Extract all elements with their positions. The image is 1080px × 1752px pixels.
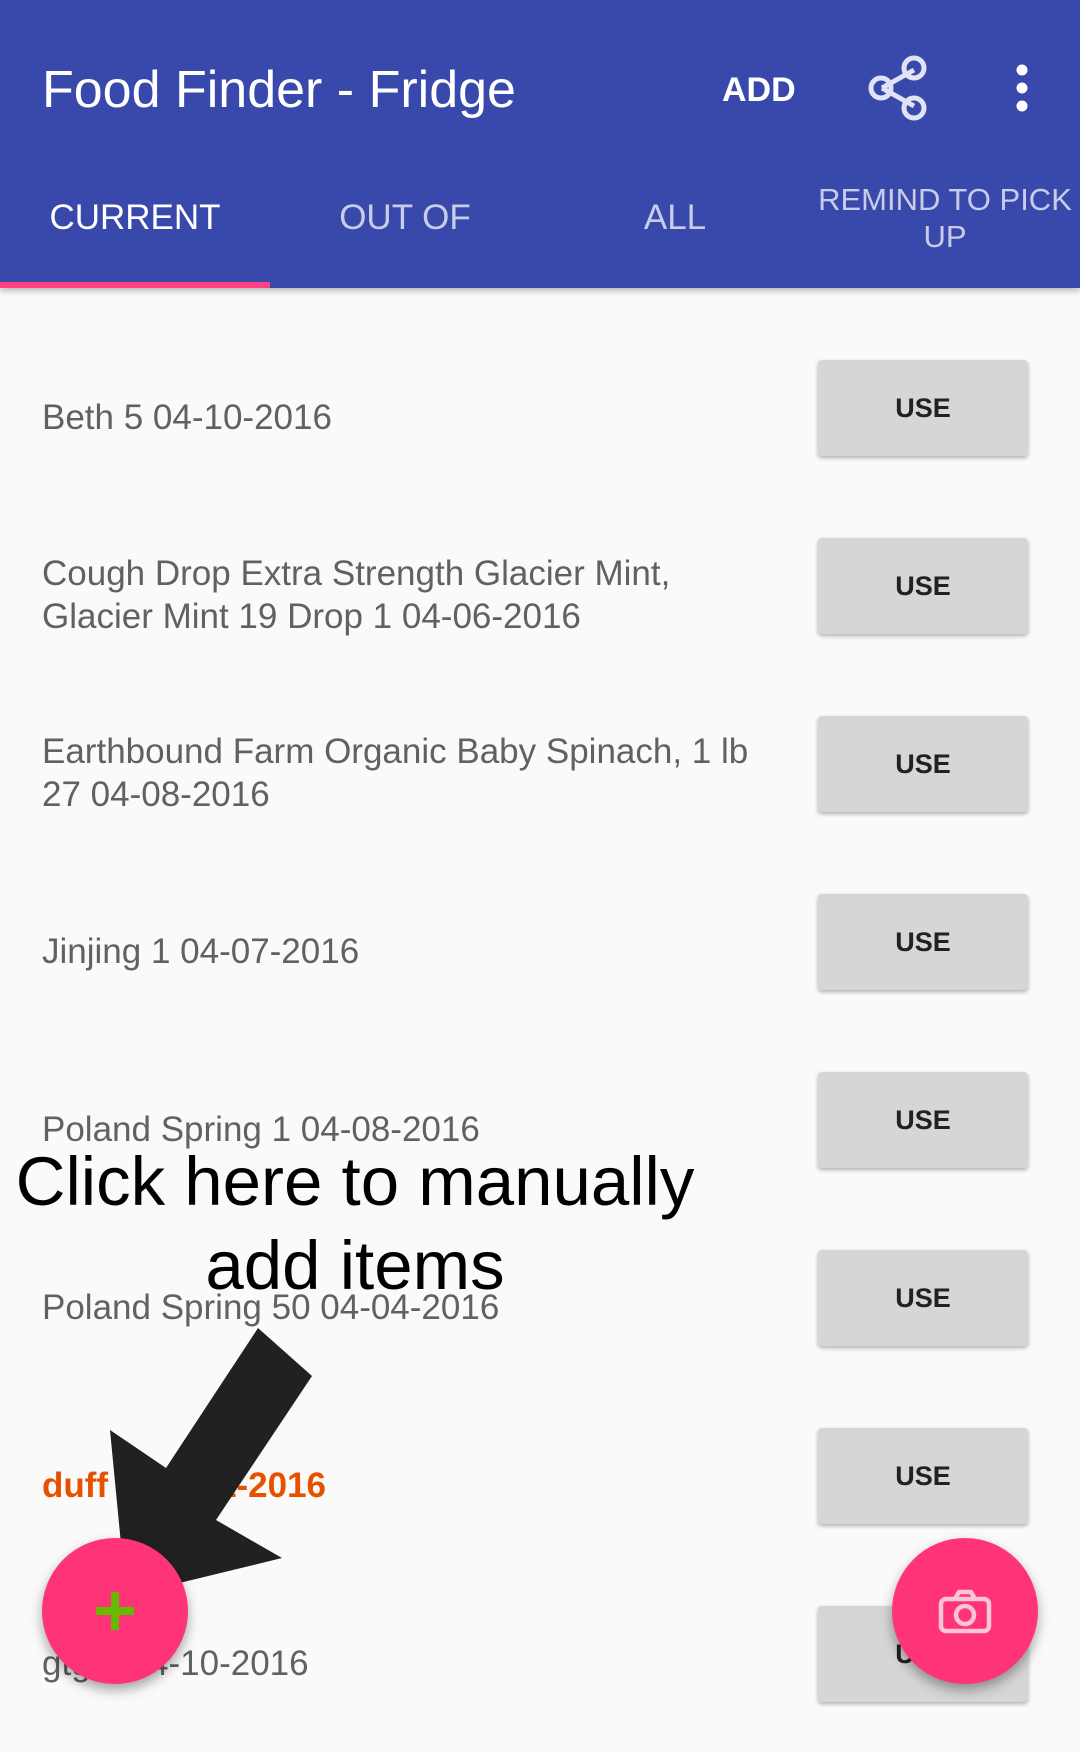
list-item: Jinjing 1 04-07-2016 USE (0, 862, 1080, 1040)
use-button[interactable]: USE (818, 360, 1028, 456)
camera-icon (938, 1589, 992, 1634)
tab-remind-to-pick-up[interactable]: REMIND TO PICK UP (810, 170, 1080, 278)
scan-camera-fab[interactable] (892, 1538, 1038, 1684)
app-bar: Food Finder - Fridge ADD CURRENT OUT OF … (0, 0, 1080, 288)
item-text: Earthbound Farm Organic Baby Spinach, 1 … (42, 732, 749, 814)
item-text: Beth 5 04-10-2016 (42, 397, 332, 437)
add-item-fab[interactable] (42, 1538, 188, 1684)
list-item: Beth 5 04-10-2016 USE (0, 328, 1080, 506)
add-button[interactable]: ADD (722, 68, 796, 112)
use-button[interactable]: USE (818, 716, 1028, 812)
tab-current[interactable]: CURRENT (0, 170, 270, 278)
item-text: Jinjing 1 04-07-2016 (42, 931, 360, 971)
item-text: Cough Drop Extra Strength Glacier Mint, … (42, 554, 671, 636)
use-button[interactable]: USE (818, 538, 1028, 634)
more-vert-icon[interactable] (1004, 62, 1040, 114)
app-title: Food Finder - Fridge (42, 61, 516, 119)
use-button[interactable]: USE (818, 1250, 1028, 1346)
tab-all[interactable]: ALL (540, 170, 810, 278)
tutorial-callout: Click here to manually add items (0, 1140, 710, 1308)
share-icon[interactable] (864, 54, 932, 122)
callout-line-2: add items (205, 1227, 505, 1304)
list-item: Earthbound Farm Organic Baby Spinach, 1 … (0, 684, 1080, 862)
list-item: Cough Drop Extra Strength Glacier Mint, … (0, 506, 1080, 684)
use-button[interactable]: USE (818, 894, 1028, 990)
tab-out-of[interactable]: OUT OF (270, 170, 540, 278)
plus-icon (96, 1592, 134, 1630)
use-button[interactable]: USE (818, 1072, 1028, 1168)
callout-line-1: Click here to manually (15, 1143, 695, 1220)
tab-indicator (0, 282, 270, 288)
use-button[interactable]: USE (818, 1428, 1028, 1524)
